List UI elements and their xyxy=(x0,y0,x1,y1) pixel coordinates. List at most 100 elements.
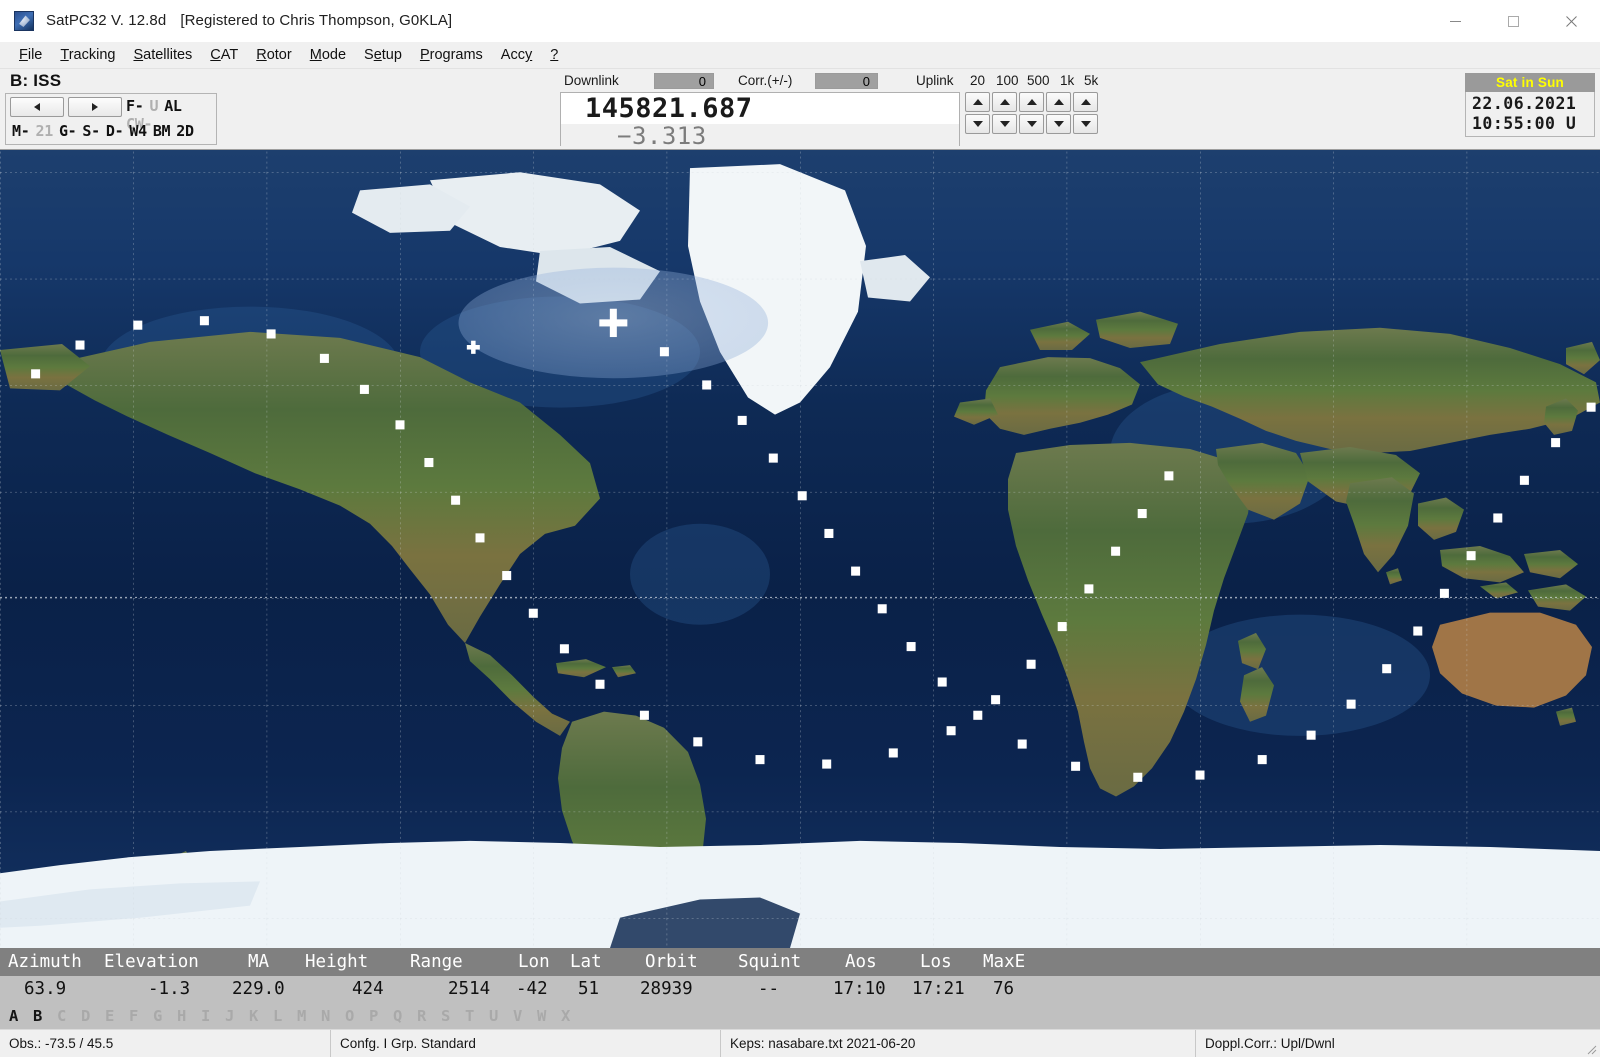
menu-satellites[interactable]: Satellites xyxy=(124,45,201,65)
config-letter-p[interactable]: P xyxy=(369,1007,393,1025)
config-letter-a[interactable]: A xyxy=(9,1007,33,1025)
config-letter-n[interactable]: N xyxy=(321,1007,345,1025)
orbit-track-dot xyxy=(1493,513,1503,523)
config-letter-u[interactable]: U xyxy=(489,1007,513,1025)
config-letter-m[interactable]: M xyxy=(297,1007,321,1025)
orbit-track-dot xyxy=(659,347,669,357)
menu-cat[interactable]: CAT xyxy=(201,45,247,65)
orbit-track-dot xyxy=(1346,699,1356,709)
step-down-1k-button[interactable] xyxy=(1046,114,1071,134)
orbit-track-dot xyxy=(702,380,712,390)
clock-box[interactable]: 22.06.2021 10:55:00 U xyxy=(1465,92,1595,137)
step-down-20-button[interactable] xyxy=(965,114,990,134)
corr-value[interactable]: 0 xyxy=(815,73,878,89)
menu-help[interactable]: ? xyxy=(541,45,567,65)
step-up-100-button[interactable] xyxy=(992,92,1017,112)
flag-2d[interactable]: 2D xyxy=(176,122,194,140)
col-ma: MA xyxy=(248,952,270,972)
mode-flags-row-2: M- 21 G- S- D- W4 BM 2D xyxy=(12,122,200,140)
uplink-label: Uplink xyxy=(916,73,954,88)
down-arrow-icon xyxy=(972,121,983,127)
satpc32-window: SatPC32 V. 12.8d [Registered to Chris Th… xyxy=(0,0,1600,1057)
corr-label: Corr.(+/-) xyxy=(738,73,793,88)
flag-d[interactable]: D- xyxy=(106,122,124,140)
val-elevation: -1.3 xyxy=(148,979,191,999)
config-letter-g[interactable]: G xyxy=(153,1007,177,1025)
config-letter-e[interactable]: E xyxy=(105,1007,129,1025)
downlink-value[interactable]: 0 xyxy=(654,73,714,89)
up-arrow-icon xyxy=(972,99,983,105)
col-lat: Lat xyxy=(570,952,602,972)
config-letter-o[interactable]: O xyxy=(345,1007,369,1025)
orbit-track-dot xyxy=(133,320,143,330)
step-up-1k-button[interactable] xyxy=(1046,92,1071,112)
orbit-track-dot xyxy=(359,384,369,394)
control-strip: B: ISS F- U ALCW- M- 21 G- S- D- W4 BM 2D Downlin… xyxy=(0,69,1600,149)
step-up-500-button[interactable] xyxy=(1019,92,1044,112)
config-letter-d[interactable]: D xyxy=(81,1007,105,1025)
flag-g[interactable]: G- xyxy=(59,122,77,140)
val-orbit: 28939 xyxy=(640,979,693,999)
val-lon: -42 xyxy=(516,979,548,999)
menu-accy[interactable]: Accy xyxy=(492,45,541,65)
orbit-track-dot xyxy=(888,748,898,758)
config-letter-w[interactable]: W xyxy=(537,1007,561,1025)
config-letter-i[interactable]: I xyxy=(201,1007,225,1025)
flag-s[interactable]: S- xyxy=(82,122,100,140)
flag-w4[interactable]: W4 xyxy=(129,122,147,140)
menu-tracking[interactable]: Tracking xyxy=(51,45,124,65)
config-letter-j[interactable]: J xyxy=(225,1007,249,1025)
orbit-track-dot xyxy=(737,415,747,425)
world-map[interactable] xyxy=(0,149,1600,948)
flag-bm[interactable]: BM xyxy=(153,122,171,140)
config-letter-k[interactable]: K xyxy=(249,1007,273,1025)
orbit-track-dot xyxy=(266,329,276,339)
menu-file[interactable]: File xyxy=(10,45,51,65)
orbit-track-dot xyxy=(991,695,1001,705)
config-letter-b[interactable]: B xyxy=(33,1007,57,1025)
config-letter-h[interactable]: H xyxy=(177,1007,201,1025)
flag-u[interactable]: U xyxy=(149,97,158,115)
previous-satellite-button[interactable] xyxy=(10,97,64,117)
orbit-track-dot xyxy=(31,369,41,379)
config-letter-r[interactable]: R xyxy=(417,1007,441,1025)
menu-mode[interactable]: Mode xyxy=(301,45,355,65)
close-button[interactable] xyxy=(1542,0,1600,42)
config-letter-v[interactable]: V xyxy=(513,1007,537,1025)
config-letter-t[interactable]: T xyxy=(465,1007,489,1025)
orbit-track-dot xyxy=(768,453,778,463)
step-down-5k-button[interactable] xyxy=(1073,114,1098,134)
status-observer: Obs.: -73.5 / 45.5 xyxy=(9,1035,114,1051)
col-height: Height xyxy=(305,952,369,972)
step-up-20-button[interactable] xyxy=(965,92,990,112)
step-down-500-button[interactable] xyxy=(1019,114,1044,134)
config-letter-x[interactable]: X xyxy=(561,1007,585,1025)
val-squint: -- xyxy=(758,979,780,999)
minimize-button[interactable] xyxy=(1426,0,1484,42)
orbit-track-dot xyxy=(595,679,605,689)
resize-grip-icon[interactable] xyxy=(1583,1041,1597,1055)
downlink-frequency-value: 145821.687 xyxy=(585,93,753,124)
menu-setup[interactable]: Setup xyxy=(355,45,411,65)
config-letter-q[interactable]: Q xyxy=(393,1007,417,1025)
flag-f[interactable]: F- xyxy=(126,97,144,115)
menu-rotor[interactable]: Rotor xyxy=(247,45,300,65)
step-down-100-button[interactable] xyxy=(992,114,1017,134)
orbit-track-dot xyxy=(937,677,947,687)
maximize-button[interactable] xyxy=(1484,0,1542,42)
flag-21[interactable]: 21 xyxy=(35,122,53,140)
config-letter-c[interactable]: C xyxy=(57,1007,81,1025)
config-letter-l[interactable]: L xyxy=(273,1007,297,1025)
close-icon xyxy=(1565,15,1577,27)
next-satellite-button[interactable] xyxy=(68,97,122,117)
flag-al[interactable]: AL xyxy=(164,97,182,115)
config-letter-f[interactable]: F xyxy=(129,1007,153,1025)
orbit-track-dot xyxy=(1413,626,1423,636)
frequency-display[interactable]: 145821.687 −3.313 xyxy=(560,92,960,148)
menu-programs[interactable]: Programs xyxy=(411,45,492,65)
config-letter-s[interactable]: S xyxy=(441,1007,465,1025)
orbit-track-dot xyxy=(1026,659,1036,669)
flag-m[interactable]: M- xyxy=(12,122,30,140)
step-up-5k-button[interactable] xyxy=(1073,92,1098,112)
clock-panel: Sat in Sun 22.06.2021 10:55:00 U xyxy=(1465,73,1595,137)
